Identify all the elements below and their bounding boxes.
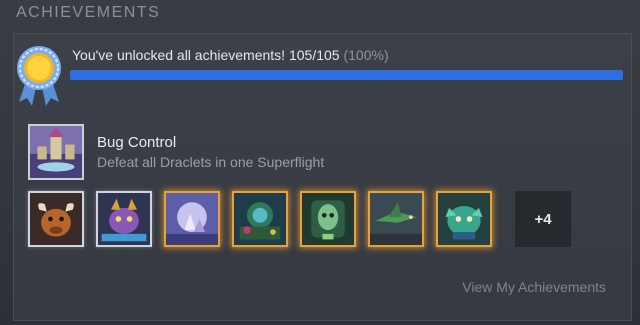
achievements-panel: You've unlocked all achievements! 105/10…: [13, 33, 632, 321]
achievement-badge-2[interactable]: [96, 191, 152, 247]
progress-bar: [70, 70, 623, 80]
purple-dragon-icon: [98, 193, 150, 245]
unlock-percent: (100%): [343, 47, 389, 63]
latest-achievement-icon[interactable]: [28, 124, 84, 180]
green-mask-icon: [302, 193, 354, 245]
achievement-badge-1[interactable]: [28, 191, 84, 247]
section-title: ACHIEVEMENTS: [16, 4, 161, 21]
castle-scene-icon: [30, 126, 82, 178]
achievement-badge-5[interactable]: [300, 191, 356, 247]
more-achievements-button[interactable]: +4: [515, 191, 571, 247]
unlock-summary: You've unlocked all achievements! 105/10…: [72, 47, 389, 63]
green-creature-icon: [438, 193, 490, 245]
latest-achievement-name: Bug Control: [97, 134, 177, 151]
unlock-message: You've unlocked all achievements!: [72, 47, 286, 63]
achievement-badge-7[interactable]: [436, 191, 492, 247]
green-bird-icon: [370, 193, 422, 245]
view-my-achievements-link[interactable]: View My Achievements: [462, 279, 606, 295]
achievement-badge-6[interactable]: [368, 191, 424, 247]
achievement-badge-4[interactable]: [232, 191, 288, 247]
award-ribbon-icon: [17, 46, 61, 106]
forest-portal-icon: [234, 193, 286, 245]
progress-fill: [70, 70, 623, 80]
latest-achievement-description: Defeat all Draclets in one Superflight: [97, 154, 325, 170]
bull-character-icon: [30, 193, 82, 245]
achievement-badge-3[interactable]: [164, 191, 220, 247]
unlock-count: 105/105: [288, 47, 340, 63]
achievement-badges: +4: [28, 191, 628, 251]
crystal-cave-icon: [166, 193, 218, 245]
